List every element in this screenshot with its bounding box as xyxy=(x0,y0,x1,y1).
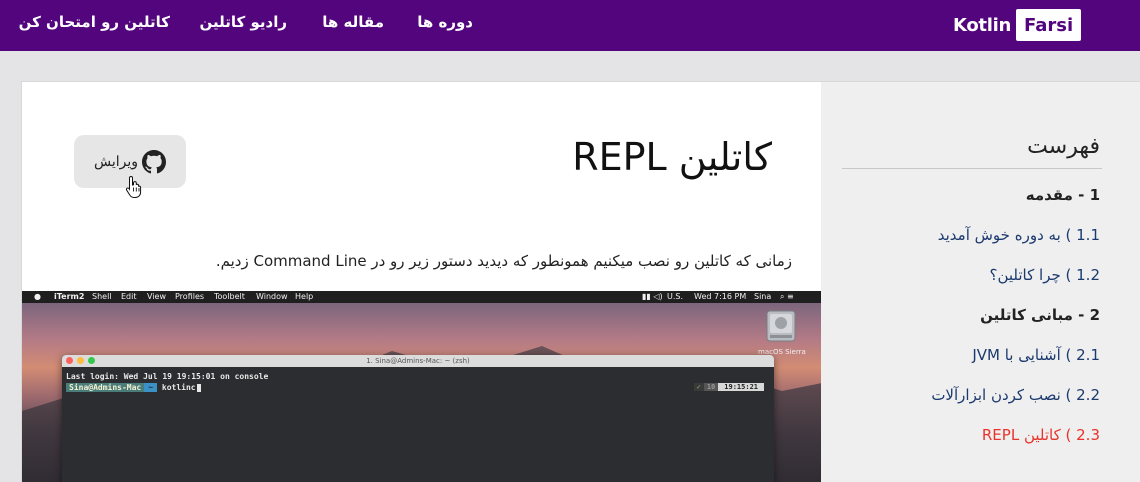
menubar-item: Shell xyxy=(92,292,112,301)
terminal-screenshot-image: ● iTerm2 Shell Edit View Profiles Toolbe… xyxy=(22,291,822,482)
terminal-prompt-line: Sina@Admins-Mac ~ kotlinc xyxy=(66,383,201,392)
terminal-window: 1. Sina@Admins-Mac: ~ (zsh) Last login: … xyxy=(62,355,774,482)
top-navbar: Kotlin Farsi دوره ها مقاله ها رادیو کاتل… xyxy=(0,0,1140,51)
toc-section-1: 1 - مقدمه xyxy=(1025,186,1100,204)
toc-section-2: 2 - مبانی کاتلین xyxy=(980,306,1100,324)
nav-link-articles[interactable]: مقاله ها xyxy=(322,13,384,31)
menubar-clock: Wed 7:16 PM xyxy=(694,292,747,301)
terminal-last-login: Last login: Wed Jul 19 19:15:01 on conso… xyxy=(66,372,269,381)
terminal-title: 1. Sina@Admins-Mac: ~ (zsh) xyxy=(366,357,470,365)
logo-farsi-text: Farsi xyxy=(1015,9,1082,41)
hand-pointer-icon xyxy=(125,175,142,198)
menubar-app-name: iTerm2 xyxy=(54,292,85,301)
menubar-item: View xyxy=(147,292,166,301)
prompt-right-segment: ✓ 10 19:15:21 xyxy=(693,383,764,391)
terminal-command: kotlinc xyxy=(161,383,196,392)
toc-link-2-3-active[interactable]: 2.3 ) کاتلین REPL xyxy=(982,426,1100,444)
intro-paragraph: زمانی که کاتلین رو نصب میکنیم همونطور که… xyxy=(215,252,792,270)
status-icons: ▮▮ ◁) xyxy=(642,292,663,301)
menubar-locale: U.S. xyxy=(667,292,684,301)
mac-menubar: ● iTerm2 Shell Edit View Profiles Toolbe… xyxy=(22,291,822,303)
menubar-item: Edit xyxy=(121,292,137,301)
menubar-item: Toolbelt xyxy=(214,292,245,301)
prompt-right-number: 10 xyxy=(703,383,719,391)
article-card: کاتلین REPL ویرایش زمانی که کاتلین رو نص… xyxy=(21,81,822,482)
toc-link-1-2[interactable]: 1.2 ) چرا کاتلین؟ xyxy=(990,266,1101,284)
toc-sidebar: فهرست 1 - مقدمه 1.1 ) به دوره خوش آمدید … xyxy=(821,81,1140,482)
terminal-cursor xyxy=(196,383,201,392)
status-check-icon: ✓ xyxy=(693,383,704,391)
github-icon xyxy=(142,149,167,173)
terminal-titlebar: 1. Sina@Admins-Mac: ~ (zsh) xyxy=(62,355,774,367)
logo-kotlin-text: Kotlin xyxy=(953,14,1011,36)
menubar-item: Window xyxy=(256,292,288,301)
toc-link-1-1[interactable]: 1.1 ) به دوره خوش آمدید xyxy=(938,226,1100,244)
nav-link-try-kotlin[interactable]: کاتلین رو امتحان کن xyxy=(19,13,170,31)
prompt-path-segment: ~ xyxy=(144,383,158,392)
edit-button-label: ویرایش xyxy=(93,153,139,169)
prompt-time: 19:15:21 xyxy=(718,383,764,391)
site-logo[interactable]: Kotlin Farsi xyxy=(953,9,1082,41)
nav-link-radio[interactable]: رادیو کاتلین xyxy=(200,13,287,31)
apple-icon: ● xyxy=(34,292,41,301)
page-title: کاتلین REPL xyxy=(572,135,772,179)
prompt-user-segment: Sina@Admins-Mac xyxy=(66,383,145,392)
menubar-item: Profiles xyxy=(175,292,205,301)
menubar-user: Sina xyxy=(754,292,772,301)
toc-link-2-2[interactable]: 2.2 ) نصب کردن ابزارآلات xyxy=(931,386,1100,404)
menubar-item: Help xyxy=(295,292,314,301)
toc-title: فهرست xyxy=(1027,134,1100,159)
toc-divider xyxy=(842,168,1102,169)
nav-link-courses[interactable]: دوره ها xyxy=(417,13,473,31)
menubar-search-icon: ⌕ ≡ xyxy=(780,292,794,301)
toc-link-2-1[interactable]: 2.1 ) آشنایی با JVM xyxy=(972,346,1100,364)
hard-disk-icon xyxy=(766,310,796,342)
